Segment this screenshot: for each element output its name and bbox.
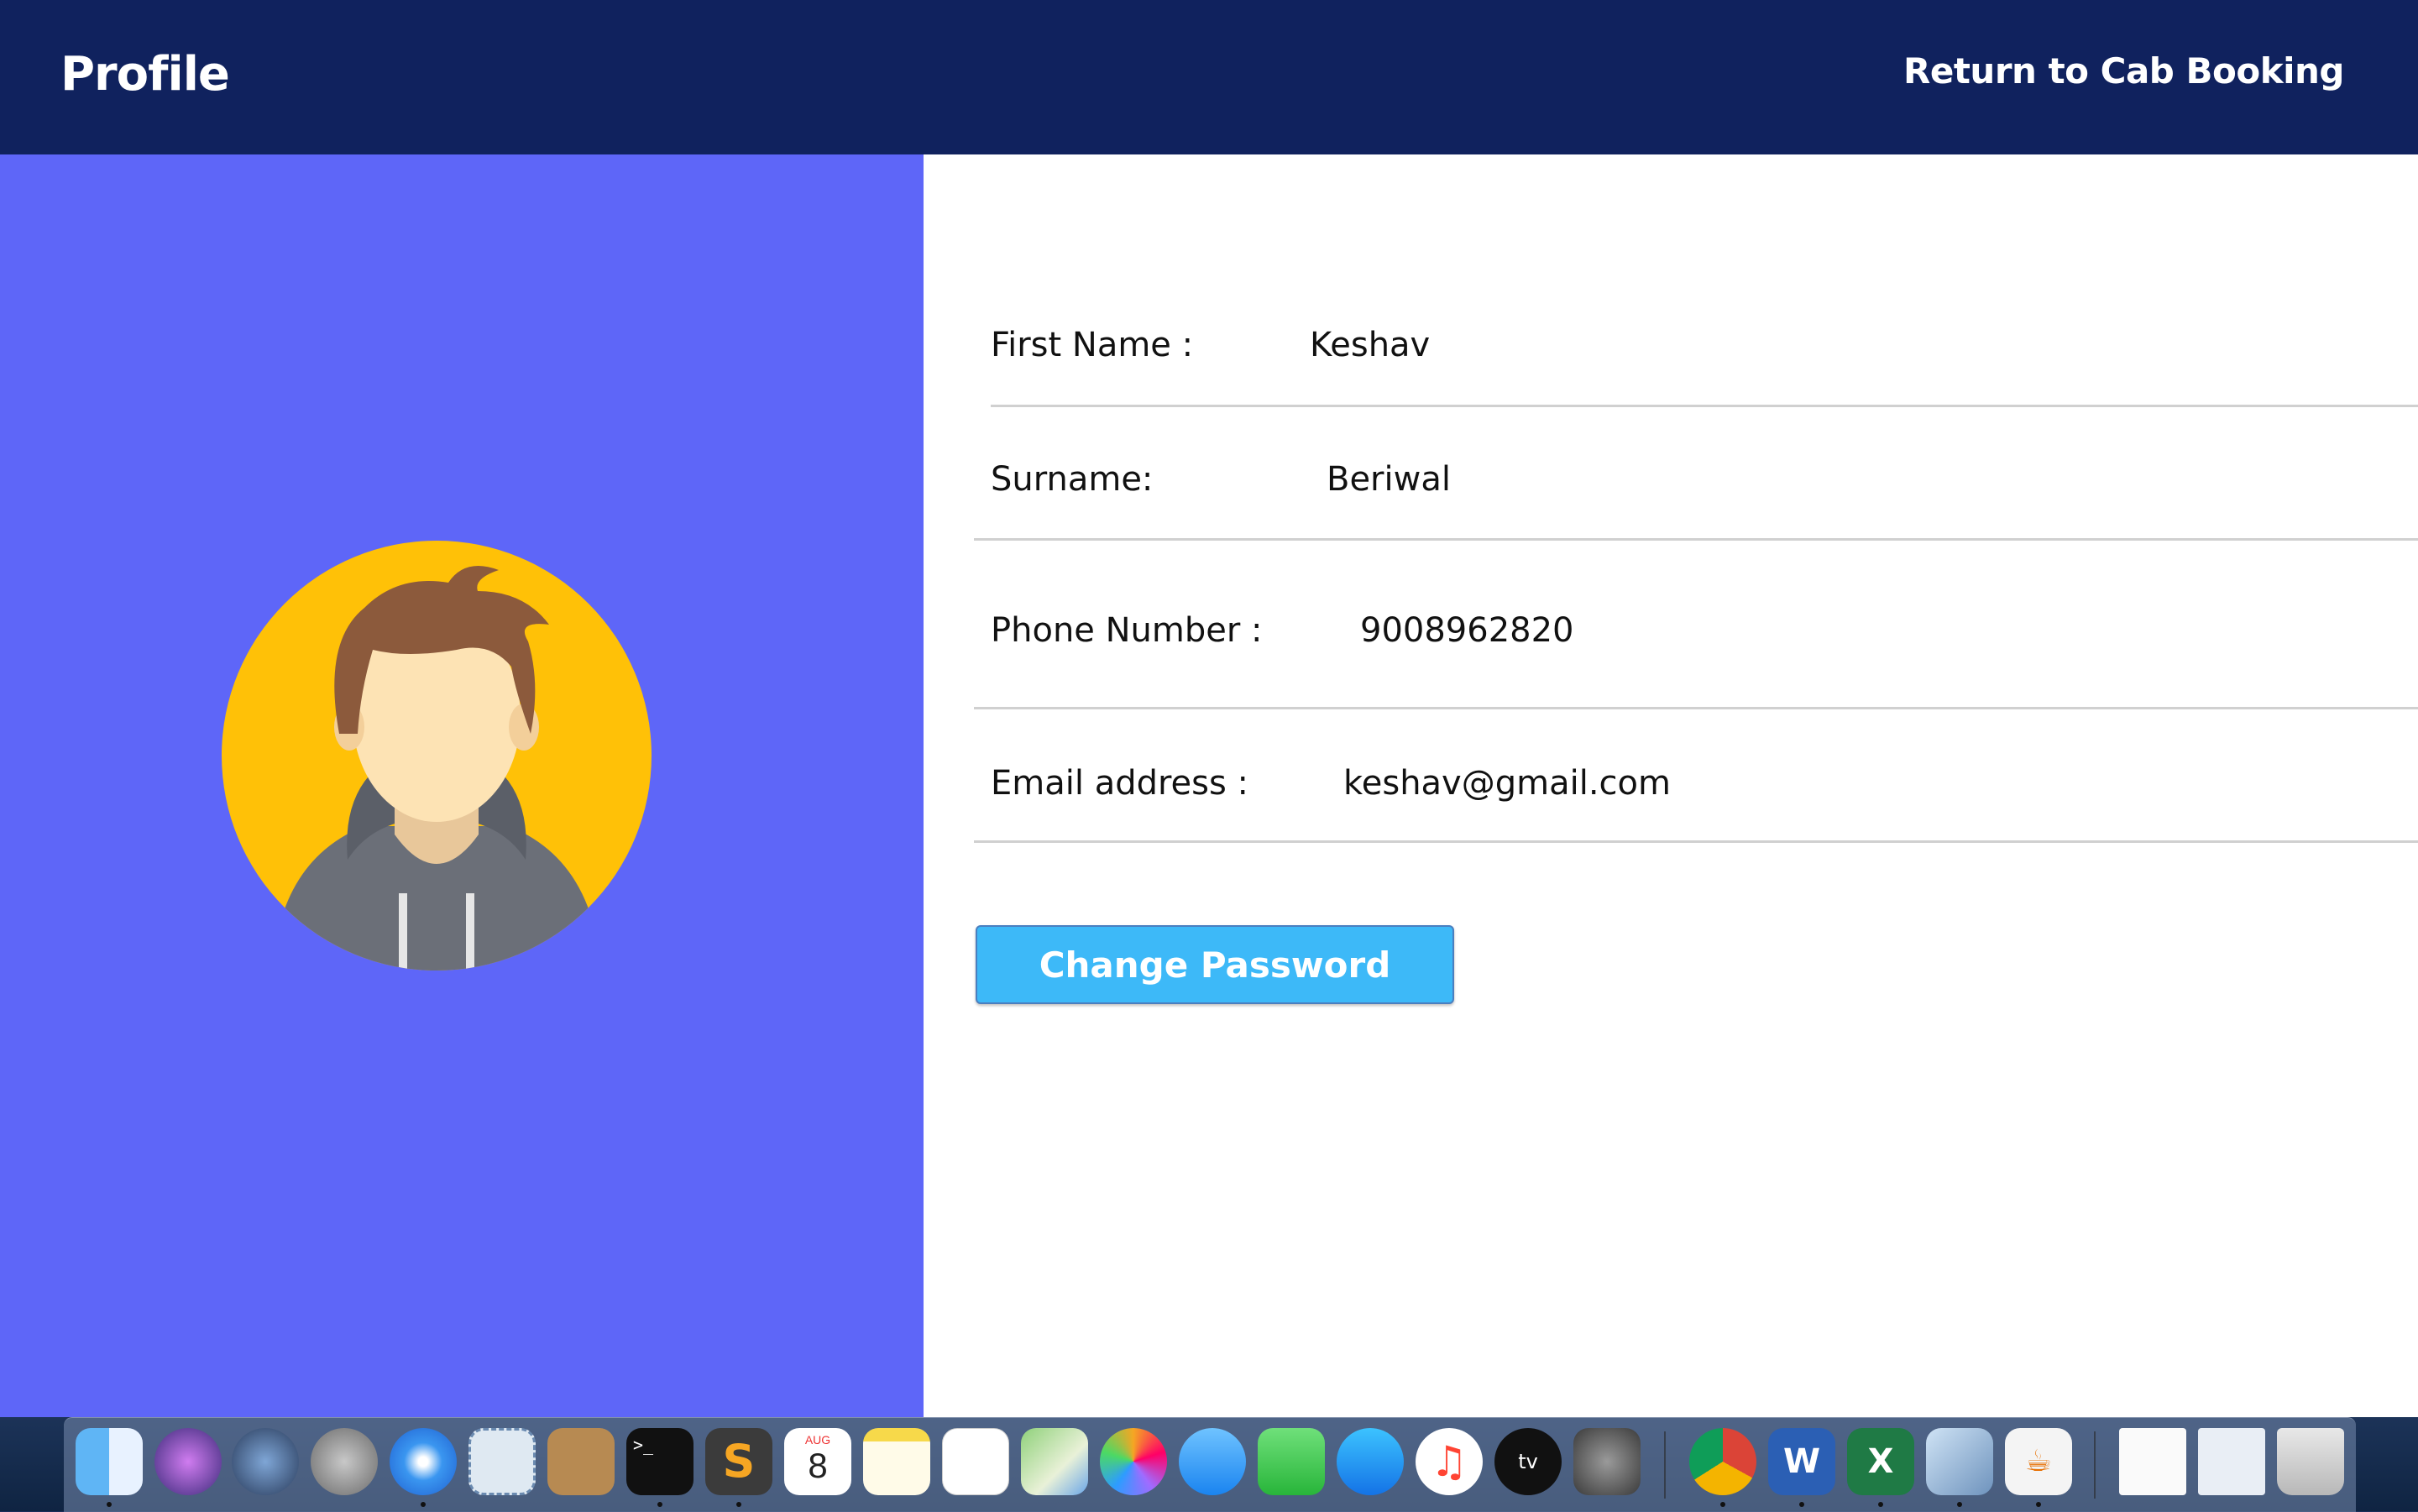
photos-icon[interactable]: [1100, 1428, 1167, 1495]
running-indicator: [1957, 1502, 1962, 1507]
running-indicator: [657, 1502, 662, 1507]
page-title: Profile: [60, 47, 230, 102]
dock: >_ S AUG 8 ♫ tv W X ☕: [64, 1417, 2356, 1512]
divider: [991, 405, 2418, 407]
messages-icon[interactable]: [1179, 1428, 1246, 1495]
user-avatar: [222, 541, 652, 971]
apple-tv-icon[interactable]: tv: [1494, 1428, 1562, 1495]
sublime-icon[interactable]: S: [705, 1428, 772, 1495]
divider: [974, 707, 2418, 709]
email-label: Email address :: [991, 764, 1249, 803]
word-icon[interactable]: W: [1768, 1428, 1835, 1495]
dock-separator: [2094, 1431, 2096, 1499]
launchpad-icon[interactable]: [311, 1428, 378, 1495]
virtualbox-icon[interactable]: [1926, 1428, 1993, 1495]
system-preferences-icon[interactable]: [1573, 1428, 1641, 1495]
first-name-label: First Name :: [991, 326, 1194, 364]
surname-label: Surname:: [991, 460, 1154, 499]
email-value: keshav@gmail.com: [1343, 764, 1671, 803]
preview-icon[interactable]: [2198, 1428, 2265, 1495]
divider: [974, 840, 2418, 843]
surname-value: Beriwal: [1327, 460, 1451, 499]
running-indicator: [107, 1502, 112, 1507]
terminal-icon[interactable]: >_: [626, 1428, 693, 1495]
excel-icon[interactable]: X: [1847, 1428, 1914, 1495]
header-bar: Profile Return to Cab Booking: [0, 0, 2418, 154]
facetime-icon[interactable]: [1258, 1428, 1325, 1495]
running-indicator: [421, 1502, 426, 1507]
running-indicator: [2036, 1502, 2041, 1507]
return-to-cab-booking-link[interactable]: Return to Cab Booking: [1903, 50, 2344, 92]
calendar-day: 8: [808, 1446, 828, 1485]
running-indicator: [1720, 1502, 1725, 1507]
contacts-icon[interactable]: [547, 1428, 615, 1495]
mail-icon[interactable]: [468, 1428, 536, 1495]
safari-icon[interactable]: [390, 1428, 457, 1495]
trash-icon[interactable]: [2277, 1428, 2344, 1495]
reminders-icon[interactable]: [942, 1428, 1009, 1495]
maps-icon[interactable]: [1021, 1428, 1088, 1495]
notes-icon[interactable]: [863, 1428, 930, 1495]
siri-icon[interactable]: [154, 1428, 222, 1495]
phone-number-value: 9008962820: [1360, 611, 1574, 650]
document-icon[interactable]: [2119, 1428, 2186, 1495]
quicktime-icon[interactable]: [232, 1428, 299, 1495]
running-indicator: [1878, 1502, 1883, 1507]
java-icon[interactable]: ☕: [2005, 1428, 2072, 1495]
phone-number-label: Phone Number :: [991, 611, 1263, 650]
chrome-icon[interactable]: [1689, 1428, 1756, 1495]
divider: [974, 538, 2418, 541]
calendar-month: AUG: [804, 1433, 831, 1447]
running-indicator: [1799, 1502, 1804, 1507]
first-name-value: Keshav: [1310, 326, 1431, 364]
dock-separator: [1664, 1431, 1666, 1499]
calendar-icon[interactable]: AUG 8: [784, 1428, 851, 1495]
change-password-button[interactable]: Change Password: [976, 925, 1454, 1004]
finder-icon[interactable]: [76, 1428, 143, 1495]
music-icon[interactable]: ♫: [1416, 1428, 1483, 1495]
running-indicator: [736, 1502, 741, 1507]
app-store-icon[interactable]: [1337, 1428, 1404, 1495]
